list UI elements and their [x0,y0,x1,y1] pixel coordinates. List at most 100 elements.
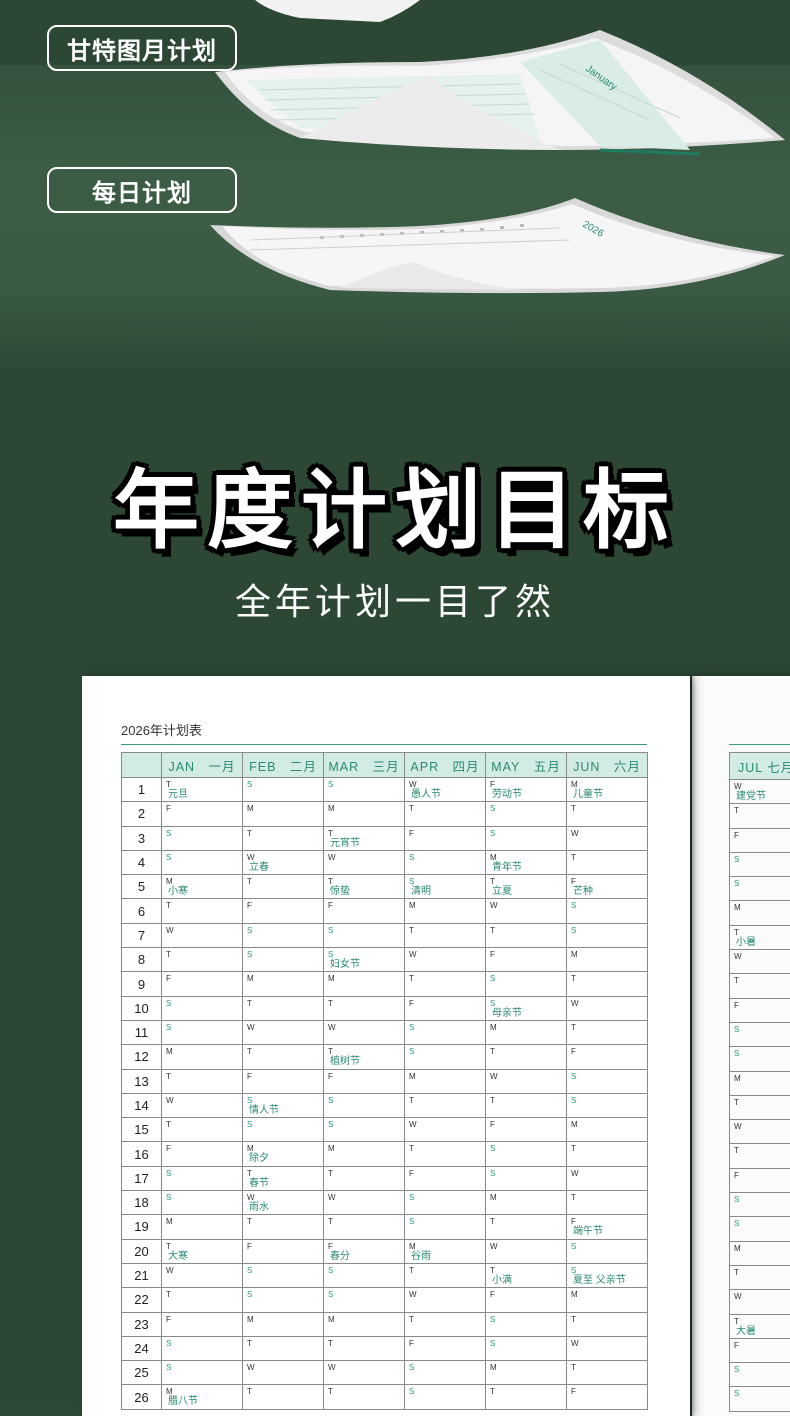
day-cell[interactable]: T [162,899,243,923]
day-cell[interactable]: F [405,1336,486,1360]
day-cell[interactable]: M [243,802,324,826]
day-cell[interactable]: T [324,1215,405,1239]
day-cell[interactable]: T [486,1045,567,1069]
day-cell[interactable]: F [730,1168,790,1192]
day-cell[interactable]: F [730,1338,790,1362]
day-cell[interactable]: T大暑 [730,1314,790,1338]
day-cell[interactable]: S母亲节 [486,996,567,1020]
day-cell[interactable]: M腊八节 [162,1385,243,1409]
day-cell[interactable]: F [162,1312,243,1336]
day-cell[interactable]: W [324,1361,405,1385]
day-cell[interactable]: M [324,1312,405,1336]
day-cell[interactable]: M [486,1191,567,1215]
day-cell[interactable]: W [405,1118,486,1142]
day-cell[interactable]: S [162,1166,243,1190]
day-cell[interactable]: F [405,996,486,1020]
day-cell[interactable]: W [730,1290,790,1314]
day-cell[interactable]: T [162,1118,243,1142]
day-cell[interactable]: S [162,1191,243,1215]
day-cell[interactable]: S [324,778,405,802]
day-cell[interactable]: T [567,1361,648,1385]
day-cell[interactable]: M [405,899,486,923]
day-cell[interactable]: M [567,1288,648,1312]
day-cell[interactable]: S [486,972,567,996]
day-cell[interactable]: S [405,1361,486,1385]
day-cell[interactable]: S [486,802,567,826]
day-cell[interactable]: S [162,826,243,850]
day-cell[interactable]: S [405,1045,486,1069]
day-cell[interactable]: T [243,1385,324,1409]
day-cell[interactable]: M [162,1045,243,1069]
day-cell[interactable]: S [243,1263,324,1287]
day-cell[interactable]: S [486,826,567,850]
day-cell[interactable]: M谷雨 [405,1239,486,1263]
day-cell[interactable]: T [405,972,486,996]
day-cell[interactable]: W [567,1166,648,1190]
day-cell[interactable]: F春分 [324,1239,405,1263]
day-cell[interactable]: M [324,972,405,996]
day-cell[interactable]: M [324,1142,405,1166]
day-cell[interactable]: F [324,899,405,923]
day-cell[interactable]: T立夏 [486,875,567,899]
day-cell[interactable]: T元旦 [162,778,243,802]
day-cell[interactable]: S [486,1166,567,1190]
day-cell[interactable]: T [405,802,486,826]
day-cell[interactable]: W [243,1020,324,1044]
day-cell[interactable]: S [324,1118,405,1142]
day-cell[interactable]: T [405,1263,486,1287]
day-cell[interactable]: T [243,1336,324,1360]
day-cell[interactable]: M [730,1241,790,1265]
day-cell[interactable]: S清明 [405,875,486,899]
day-cell[interactable]: T春节 [243,1166,324,1190]
day-cell[interactable]: T [405,1142,486,1166]
day-cell[interactable]: T [567,972,648,996]
day-cell[interactable]: T [243,996,324,1020]
day-cell[interactable]: W [730,1120,790,1144]
day-cell[interactable]: S [243,923,324,947]
day-cell[interactable]: T [243,826,324,850]
day-cell[interactable]: W [324,850,405,874]
day-cell[interactable]: T [730,1095,790,1119]
day-cell[interactable]: T [567,1312,648,1336]
day-cell[interactable]: M儿童节 [567,778,648,802]
day-cell[interactable]: M [243,972,324,996]
day-cell[interactable]: T [243,1045,324,1069]
day-cell[interactable]: S [567,1069,648,1093]
day-cell[interactable]: S [405,1191,486,1215]
day-cell[interactable]: T元宵节 [324,826,405,850]
day-cell[interactable]: T小暑 [730,925,790,949]
day-cell[interactable]: M [567,1118,648,1142]
day-cell[interactable]: T [243,875,324,899]
day-cell[interactable]: T [243,1215,324,1239]
day-cell[interactable]: W [162,1093,243,1117]
day-cell[interactable]: M [243,1312,324,1336]
day-cell[interactable]: T [486,1215,567,1239]
day-cell[interactable]: F [567,1045,648,1069]
day-cell[interactable]: F芒种 [567,875,648,899]
day-cell[interactable]: F [243,1239,324,1263]
day-cell[interactable]: W [567,1336,648,1360]
day-cell[interactable]: S [405,850,486,874]
day-cell[interactable]: F [243,1069,324,1093]
day-cell[interactable]: T [567,1142,648,1166]
day-cell[interactable]: W [405,948,486,972]
day-cell[interactable]: T [162,1288,243,1312]
day-cell[interactable]: S [162,996,243,1020]
day-cell[interactable]: F [243,899,324,923]
day-cell[interactable]: M [324,802,405,826]
day-cell[interactable]: T [567,1191,648,1215]
day-cell[interactable]: F [730,828,790,852]
day-cell[interactable]: W [405,1288,486,1312]
day-cell[interactable]: S妇女节 [324,948,405,972]
day-cell[interactable]: M [162,1215,243,1239]
day-cell[interactable]: F [486,1118,567,1142]
day-cell[interactable]: F [405,826,486,850]
day-cell[interactable]: M [486,1020,567,1044]
day-cell[interactable]: W [162,923,243,947]
day-cell[interactable]: T [162,1069,243,1093]
day-cell[interactable]: T [405,1312,486,1336]
day-cell[interactable]: W [567,996,648,1020]
day-cell[interactable]: W [486,1239,567,1263]
day-cell[interactable]: S情人节 [243,1093,324,1117]
day-cell[interactable]: S [730,1022,790,1046]
